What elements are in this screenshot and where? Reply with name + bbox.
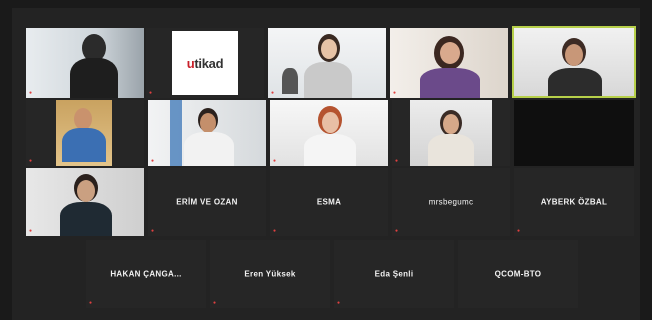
video-tile[interactable]: ●	[268, 28, 386, 98]
participant-name-tag: ●	[517, 228, 522, 234]
participant-name-tag: ●	[151, 228, 156, 234]
muted-mic-icon: ●	[273, 158, 277, 164]
participant-name-tag: ●	[29, 228, 34, 234]
video-tile[interactable]	[514, 100, 634, 166]
participant-name-tag: ●	[89, 300, 94, 306]
participant-display-name: AYBERK ÖZBAL	[540, 197, 608, 207]
participant-name-tag: ●	[273, 158, 278, 164]
participant-name-tag: ●	[29, 90, 34, 96]
muted-mic-icon: ●	[151, 228, 155, 234]
video-tile[interactable]: Eren Yüksek ●	[210, 240, 330, 308]
participant-display-name: ESMA	[316, 197, 342, 207]
participant-name-tag: ●	[337, 300, 342, 306]
video-tile[interactable]: HAKAN ÇANGA... ●	[86, 240, 206, 308]
video-tile[interactable]: QCOM-BTO	[458, 240, 578, 308]
video-tile[interactable]: AYBERK ÖZBAL ●	[514, 168, 634, 236]
participant-name-tag: ●	[29, 158, 34, 164]
video-tile[interactable]: ESMA ●	[270, 168, 388, 236]
video-tile[interactable]: ●	[390, 28, 508, 98]
video-tile[interactable]: ●	[26, 100, 144, 166]
participant-display-name: QCOM-BTO	[494, 269, 542, 279]
participant-display-name: ERİM VE OZAN	[176, 197, 238, 207]
participant-name-tag: ●	[393, 90, 398, 96]
muted-mic-icon: ●	[149, 90, 153, 96]
participant-name-tag: ●	[395, 228, 400, 234]
participant-display-name: HAKAN ÇANGA...	[110, 269, 182, 279]
video-tile[interactable]: ERİM VE OZAN ●	[148, 168, 266, 236]
video-tile[interactable]: mrsbegumc ●	[392, 168, 510, 236]
participant-display-name: mrsbegumc	[428, 197, 474, 207]
muted-mic-icon: ●	[337, 300, 341, 306]
participant-name-tag: ●	[395, 158, 400, 164]
video-tile[interactable]: ●	[26, 168, 144, 236]
participant-display-name: Eren Yüksek	[244, 269, 296, 279]
participant-name-tag: ●	[271, 90, 276, 96]
muted-mic-icon: ●	[273, 228, 277, 234]
muted-mic-icon: ●	[213, 300, 217, 306]
participant-name-tag: ●	[151, 158, 156, 164]
muted-mic-icon: ●	[395, 158, 399, 164]
utikad-logo: utikad	[172, 31, 238, 95]
video-tile[interactable]: ●	[148, 100, 266, 166]
logo-accent-letter: u	[186, 55, 195, 71]
muted-mic-icon: ●	[89, 300, 93, 306]
video-tile-active-speaker[interactable]	[512, 26, 636, 98]
video-tile[interactable]: ●	[270, 100, 388, 166]
participant-name-tag: ●	[149, 90, 154, 96]
video-tile[interactable]: ●	[392, 100, 510, 166]
muted-mic-icon: ●	[29, 158, 33, 164]
participant-name-tag: ●	[273, 228, 278, 234]
video-grid: ● utikad ● ● ● ● ● ● ● ● ERİM VE OZAN ● …	[12, 8, 640, 320]
muted-mic-icon: ●	[29, 228, 33, 234]
participant-name-tag: ●	[213, 300, 218, 306]
video-tile[interactable]: utikad ●	[146, 28, 264, 98]
video-tile[interactable]: Eda Şenli ●	[334, 240, 454, 308]
muted-mic-icon: ●	[395, 228, 399, 234]
muted-mic-icon: ●	[517, 228, 521, 234]
participant-display-name: Eda Şenli	[374, 269, 414, 279]
video-tile[interactable]: ●	[26, 28, 144, 98]
muted-mic-icon: ●	[271, 90, 275, 96]
muted-mic-icon: ●	[393, 90, 397, 96]
muted-mic-icon: ●	[151, 158, 155, 164]
muted-mic-icon: ●	[29, 90, 33, 96]
